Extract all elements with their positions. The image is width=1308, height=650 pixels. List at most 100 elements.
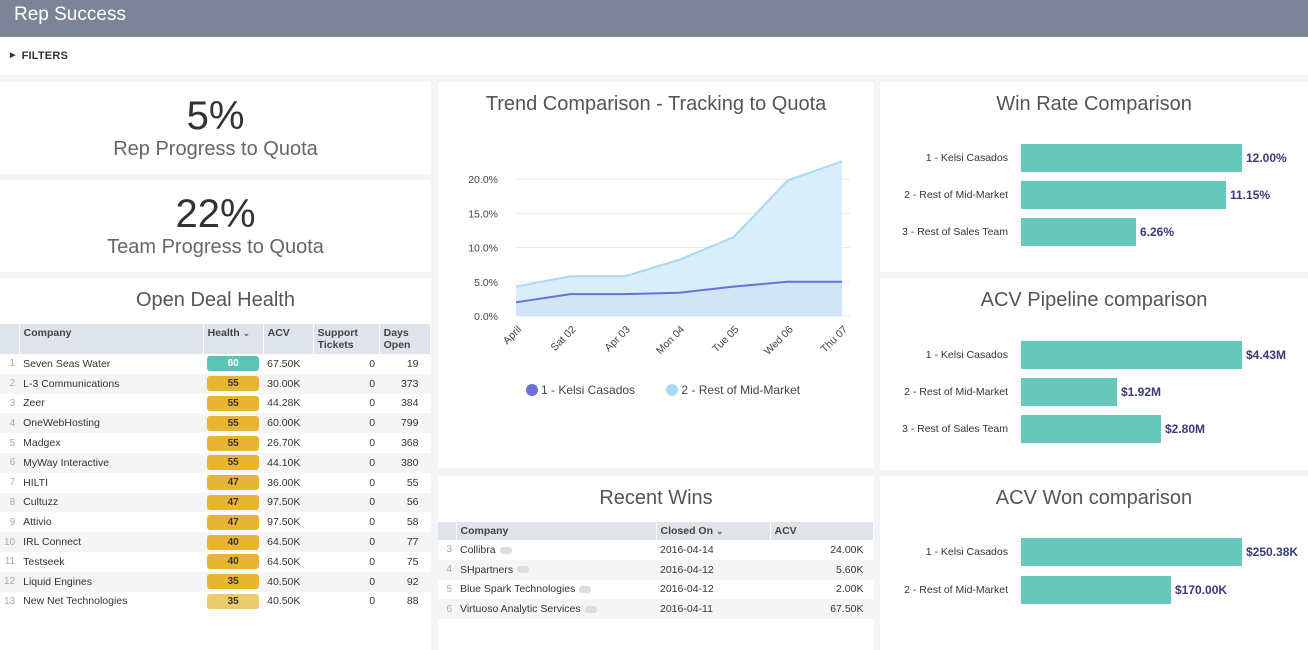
- company-name[interactable]: SHpartners: [456, 559, 656, 580]
- support-tickets-cell: 0: [313, 512, 380, 533]
- legend-label: 2 - Rest of Mid-Market: [681, 383, 801, 397]
- bar-row[interactable]: 3 - Rest of Sales Team $2.80M: [880, 415, 1308, 443]
- legend-item-series-1[interactable]: 1 - Kelsi Casados: [526, 383, 635, 397]
- bar-row[interactable]: 1 - Kelsi Casados 12.00%: [880, 144, 1308, 172]
- days-open-cell: 88: [379, 591, 431, 612]
- days-open-cell: 56: [379, 492, 431, 513]
- bar[interactable]: [1021, 144, 1242, 172]
- column-header-acv[interactable]: ACV: [263, 324, 314, 354]
- table-row[interactable]: 12 Liquid Engines 35 40.50K 0 92: [0, 571, 431, 592]
- acv-cell: 67.50K: [770, 599, 874, 620]
- company-name[interactable]: L-3 Communications: [19, 373, 204, 394]
- table-row[interactable]: 4 OneWebHosting 55 60.00K 0 799: [0, 413, 431, 434]
- company-name[interactable]: Liquid Engines: [19, 571, 204, 592]
- table-row[interactable]: 6 Virtuoso Analytic Services 2016-04-11 67.…: [438, 599, 874, 620]
- health-cell: 55: [203, 413, 264, 434]
- company-name[interactable]: Virtuoso Analytic Services: [456, 599, 656, 620]
- company-name[interactable]: Attivio: [19, 512, 204, 533]
- kpi-team-progress[interactable]: 22% Team Progress to Quota: [0, 180, 431, 272]
- legend-item-series-2[interactable]: 2 - Rest of Mid-Market: [666, 383, 800, 397]
- bar[interactable]: [1021, 415, 1161, 443]
- health-badge: 35: [207, 593, 260, 609]
- table-row[interactable]: 5 Madgex 55 26.70K 0 368: [0, 433, 431, 453]
- table-row[interactable]: 9 Attivio 47 97.50K 0 58: [0, 512, 431, 533]
- company-name[interactable]: Collibra: [456, 540, 656, 560]
- table-row[interactable]: 1 Seven Seas Water 60 67.50K 0 19: [0, 354, 431, 374]
- company-label: SHpartners: [460, 563, 514, 576]
- company-name[interactable]: IRL Connect: [19, 532, 204, 552]
- bar[interactable]: [1021, 218, 1136, 246]
- more-icon[interactable]: [584, 606, 597, 613]
- bar-row[interactable]: 3 - Rest of Sales Team 6.26%: [880, 218, 1308, 246]
- acv-cell: 5.60K: [770, 559, 874, 580]
- company-name[interactable]: Zeer: [19, 393, 204, 414]
- acv-cell: 24.00K: [770, 540, 874, 560]
- win-rate-chart: 1 - Kelsi Casados 12.00% 2 - Rest of Mid-M…: [880, 144, 1308, 264]
- health-badge: 60: [207, 356, 260, 372]
- more-icon[interactable]: [579, 586, 592, 594]
- support-tickets-cell: 0: [313, 492, 380, 513]
- bar[interactable]: [1021, 341, 1242, 369]
- days-open-cell: 55: [379, 472, 431, 493]
- y-tick-label: 0.0%: [474, 311, 498, 323]
- recent-wins-tile: Recent Wins Company Closed On ⌄ ACV 3 Col…: [438, 476, 874, 650]
- table-row[interactable]: 6 MyWay Interactive 55 44.10K 0 380: [0, 452, 431, 473]
- filters-label: FILTERS: [21, 50, 69, 62]
- table-row[interactable]: 2 L-3 Communications 55 30.00K 0 373: [0, 373, 431, 394]
- bar[interactable]: [1021, 576, 1171, 604]
- table-row[interactable]: 11 Testseek 40 64.50K 0 75: [0, 551, 431, 572]
- company-name[interactable]: New Net Technologies: [19, 591, 204, 612]
- column-header-company[interactable]: Company: [19, 324, 204, 354]
- more-icon[interactable]: [499, 546, 512, 554]
- table-row[interactable]: 7 HILTI 47 36.00K 0 55: [0, 472, 431, 493]
- bar-row[interactable]: 2 - Rest of Mid-Market $1.92M: [880, 378, 1308, 406]
- table-row[interactable]: 13 New Net Technologies 35 40.50K 0 88: [0, 591, 431, 612]
- row-index: 12: [0, 571, 20, 592]
- health-badge: 40: [207, 554, 260, 570]
- kpi-rep-progress[interactable]: 5% Rep Progress to Quota: [0, 82, 431, 174]
- column-header-acv[interactable]: ACV: [770, 522, 874, 540]
- bar[interactable]: [1021, 181, 1226, 209]
- bar[interactable]: [1021, 538, 1242, 566]
- column-header-company[interactable]: Company: [456, 522, 657, 540]
- bar-row[interactable]: 1 - Kelsi Casados $4.43M: [880, 341, 1308, 369]
- days-open-cell: 75: [379, 551, 431, 572]
- days-open-cell: 19: [379, 354, 431, 374]
- column-header-health[interactable]: Health ⌄: [203, 324, 264, 354]
- bar-row[interactable]: 1 - Kelsi Casados $250.38K: [880, 538, 1308, 566]
- column-header-days-open[interactable]: Days Open: [379, 324, 431, 354]
- company-name[interactable]: Blue Spark Technologies: [456, 579, 656, 600]
- company-name[interactable]: MyWay Interactive: [19, 452, 204, 473]
- company-name[interactable]: Madgex: [19, 433, 204, 453]
- health-badge: 55: [207, 376, 260, 392]
- chevron-down-icon: ⌄: [715, 526, 724, 536]
- acv-cell: 44.28K: [263, 393, 314, 414]
- company-name[interactable]: Cultuzz: [19, 492, 204, 513]
- table-row[interactable]: 3 Collibra 2016-04-14 24.00K: [438, 540, 874, 560]
- table-row[interactable]: 8 Cultuzz 47 97.50K 0 56: [0, 492, 431, 513]
- acv-cell: 67.50K: [263, 354, 314, 374]
- column-header-support-tickets[interactable]: Support Tickets: [313, 324, 380, 354]
- bar[interactable]: [1021, 378, 1117, 406]
- acv-won-chart: 1 - Kelsi Casados $250.38K 2 - Rest of Mid…: [880, 538, 1308, 650]
- column-header-closed-on[interactable]: Closed On ⌄: [656, 522, 771, 540]
- table-row[interactable]: 5 Blue Spark Technologies 2016-04-12 2.00K: [438, 579, 874, 600]
- table-row[interactable]: 10 IRL Connect 40 64.50K 0 77: [0, 532, 431, 552]
- health-cell: 55: [203, 433, 264, 453]
- bar-row[interactable]: 2 - Rest of Mid-Market 11.15%: [880, 181, 1308, 209]
- filters-toggle[interactable]: ▶ FILTERS: [0, 37, 1308, 75]
- more-icon[interactable]: [517, 566, 530, 574]
- closed-on-header-label: Closed On: [660, 525, 714, 537]
- company-name[interactable]: Seven Seas Water: [19, 354, 204, 374]
- table-row[interactable]: 3 Zeer 55 44.28K 0 384: [0, 393, 431, 414]
- row-index: 9: [0, 512, 20, 533]
- table-row[interactable]: 4 SHpartners 2016-04-12 5.60K: [438, 559, 874, 580]
- company-name[interactable]: HILTI: [19, 472, 204, 493]
- support-tickets-cell: 0: [313, 571, 380, 592]
- company-name[interactable]: Testseek: [19, 551, 204, 572]
- bar-row[interactable]: 2 - Rest of Mid-Market $170.00K: [880, 576, 1308, 604]
- support-tickets-cell: 0: [313, 373, 380, 394]
- closed-on-cell: 2016-04-12: [656, 579, 770, 600]
- company-name[interactable]: OneWebHosting: [19, 413, 204, 434]
- row-index: 13: [0, 591, 20, 612]
